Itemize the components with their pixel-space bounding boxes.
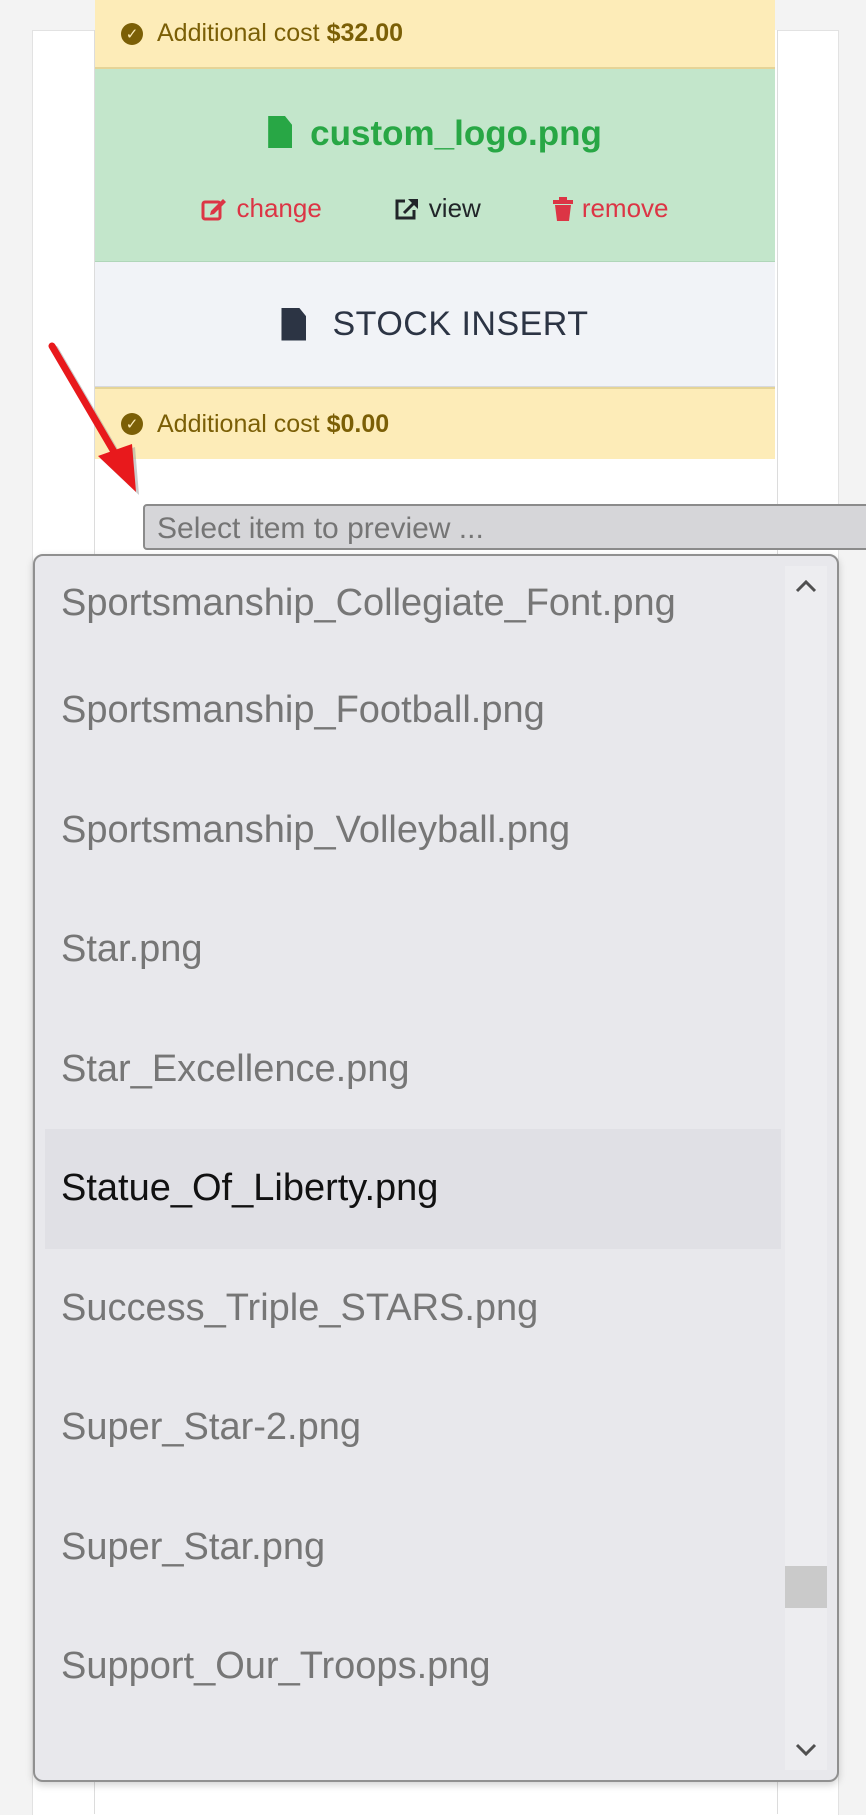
trash-icon	[552, 196, 573, 221]
dropdown-option-list: Sportsmanship_Collegiate_Font.png Sports…	[45, 556, 781, 1727]
additional-cost-amount: $32.00	[326, 19, 404, 47]
dropdown-option[interactable]: Success_Triple_STARS.png	[45, 1249, 781, 1369]
additional-cost-amount: $0.00	[326, 409, 390, 438]
select-placeholder: Select item to preview ...	[157, 512, 484, 545]
dropdown-option[interactable]: Sportsmanship_Football.png	[45, 651, 781, 771]
check-circle-icon: ✓	[121, 413, 143, 435]
file-image-icon	[281, 307, 307, 341]
uploaded-filename-text: custom_logo.png	[310, 114, 602, 153]
check-circle-icon: ✓	[121, 22, 143, 45]
change-label: change	[236, 193, 322, 223]
dropdown-option-highlighted[interactable]: Statue_Of_Liberty.png	[45, 1129, 781, 1249]
remove-button[interactable]: remove	[552, 193, 669, 224]
dropdown-option[interactable]: Super_Star-2.png	[45, 1368, 781, 1488]
additional-cost-bar: ✓ Additional cost $0.00	[95, 387, 775, 459]
additional-cost-bar-top: ✓ Additional cost $32.00	[95, 0, 775, 69]
dropdown-option[interactable]: Support_Our_Troops.png	[45, 1607, 781, 1727]
stock-insert-button[interactable]: STOCK INSERT	[95, 262, 775, 387]
preview-item-select[interactable]: Select item to preview ...	[143, 504, 866, 550]
remove-label: remove	[581, 193, 669, 223]
view-label: view	[428, 193, 481, 223]
dropdown-scrollbar[interactable]	[785, 566, 827, 1770]
scrollbar-thumb[interactable]	[785, 1566, 827, 1608]
file-actions: change view remove	[95, 193, 775, 224]
view-button[interactable]: view	[394, 193, 481, 224]
edit-icon	[201, 198, 227, 220]
additional-cost-label: Additional cost	[157, 19, 320, 47]
change-button[interactable]: change	[201, 193, 322, 224]
uploaded-filename: custom_logo.png	[95, 114, 775, 154]
dropdown-option[interactable]: Star.png	[45, 890, 781, 1010]
dropdown-option[interactable]: Sportsmanship_Collegiate_Font.png	[45, 556, 781, 651]
preview-item-dropdown[interactable]: Sportsmanship_Collegiate_Font.png Sports…	[33, 554, 839, 1782]
external-link-icon	[395, 198, 418, 219]
scroll-down-arrow-icon[interactable]	[785, 1730, 827, 1770]
uploaded-file-panel: custom_logo.png change view remove	[95, 69, 775, 262]
file-image-icon	[268, 116, 293, 148]
dropdown-option[interactable]: Super_Star.png	[45, 1488, 781, 1608]
scroll-up-arrow-icon[interactable]	[785, 566, 827, 606]
additional-cost-label: Additional cost	[157, 409, 320, 438]
stock-insert-label: STOCK INSERT	[332, 304, 589, 343]
dropdown-option[interactable]: Star_Excellence.png	[45, 1010, 781, 1130]
dropdown-option[interactable]: Sportsmanship_Volleyball.png	[45, 771, 781, 891]
